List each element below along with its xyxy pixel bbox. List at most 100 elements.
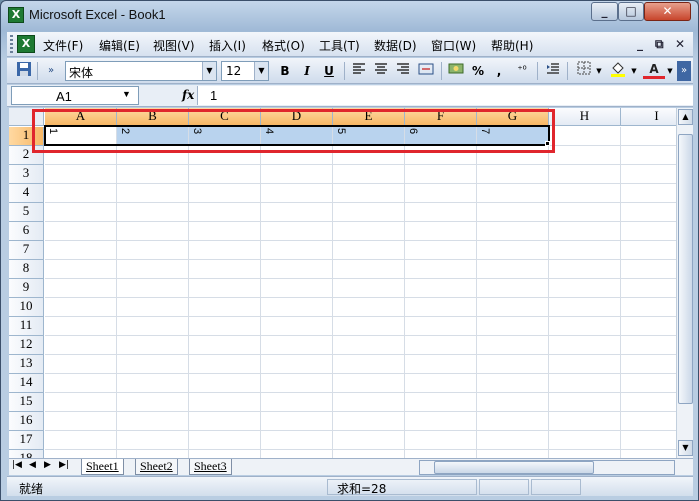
font-color-button[interactable]: A [643,61,665,79]
worksheet-grid[interactable]: A B C D E F G H I 1 2 3 4 5 6 7 8 9 10 11 12 13 14 15 16 17 18 1 2 3 4… [9,108,676,458]
next-sheet-icon[interactable]: ▶ [44,460,51,470]
row-header-14[interactable]: 15 [9,393,44,412]
tab-sheet1[interactable]: Sheet1 [81,459,124,475]
row-header-12[interactable]: 13 [9,355,44,374]
scroll-up-icon[interactable]: ▲ [678,109,693,125]
save-icon[interactable] [15,61,33,81]
chevron-down-icon[interactable]: ▼ [630,61,638,81]
name-box-value: A1 [56,89,72,104]
vertical-scroll-thumb[interactable] [678,134,693,404]
prev-sheet-icon[interactable]: ◀ [29,460,36,470]
formula-value: 1 [210,88,218,103]
row-header-7[interactable]: 8 [9,260,44,279]
font-name-select[interactable]: 宋体 ▼ [65,61,217,81]
row-header-11[interactable]: 12 [9,336,44,355]
align-left-icon[interactable] [349,61,369,81]
menu-edit[interactable]: 编辑(E) [99,37,140,54]
vertical-scrollbar[interactable]: ▲ ▼ [676,108,693,458]
status-panel [479,479,529,495]
chevron-down-icon[interactable]: ▼ [595,61,603,81]
grid-hline [45,335,676,336]
menu-data[interactable]: 数据(D) [374,37,417,54]
minimize-button[interactable]: _ [591,2,618,21]
menu-format[interactable]: 格式(O) [262,37,305,54]
toolbar-separator [441,62,442,80]
horizontal-scroll-thumb[interactable] [434,461,594,474]
fill-color-icon[interactable] [607,61,629,81]
align-right-icon[interactable] [393,61,413,81]
grid-vline [404,127,405,458]
menu-grip[interactable] [10,35,13,53]
row-header-3[interactable]: 4 [9,184,44,203]
row-header-4[interactable]: 5 [9,203,44,222]
tab-sheet2[interactable]: Sheet2 [135,459,178,475]
toolbar-separator [37,62,38,80]
grid-hline [45,354,676,355]
increase-decimal-button[interactable]: ⁺⁰ [511,61,533,81]
grid-vline [188,127,189,458]
row-header-10[interactable]: 11 [9,317,44,336]
menu-insert[interactable]: 插入(I) [209,37,246,54]
scroll-down-icon[interactable]: ▼ [678,440,693,456]
column-header-7[interactable]: H [549,108,621,126]
close-button[interactable]: ✕ [644,2,691,21]
row-header-8[interactable]: 9 [9,279,44,298]
grid-hline [45,164,676,165]
comma-button[interactable]: , [491,61,507,81]
underline-button[interactable]: U [319,61,339,81]
menu-view[interactable]: 视图(V) [153,37,195,54]
sheet-tab-bar: |◀ ◀ ▶ ▶| Sheet1 Sheet2 Sheet3 [9,458,693,475]
row-header-2[interactable]: 3 [9,165,44,184]
grid-hline [45,221,676,222]
percent-button[interactable]: % [469,61,487,81]
grid-vline [620,127,621,458]
toolbar-options-icon[interactable]: » [43,61,59,81]
borders-icon[interactable] [573,61,595,81]
maximize-button[interactable]: □ [618,2,644,21]
grid-hline [45,316,676,317]
doc-close-button[interactable]: ✕ [675,37,685,51]
chevron-down-icon[interactable]: ▼ [666,61,674,81]
insert-function-icon[interactable]: fx [182,88,194,102]
name-box[interactable]: A1 ▼ [11,86,139,105]
window-title: Microsoft Excel - Book1 [29,7,166,22]
bold-button[interactable]: B [275,61,295,81]
chevron-down-icon[interactable]: ▼ [122,89,131,99]
toolbar-overflow-icon[interactable]: » [677,61,691,81]
align-center-icon[interactable] [371,61,391,81]
doc-restore-button[interactable]: ⧉ [655,37,664,52]
last-sheet-icon[interactable]: ▶| [59,460,69,470]
menu-help[interactable]: 帮助(H) [491,37,533,54]
font-size-value: 12 [226,64,242,78]
menu-tools[interactable]: 工具(T) [319,37,360,54]
excel-window: X Microsoft Excel - Book1 _ □ ✕ X 文件(F) … [0,0,699,501]
horizontal-scrollbar[interactable] [419,460,675,475]
chevron-down-icon[interactable]: ▼ [202,62,216,80]
doc-minimize-button[interactable]: _ [637,37,643,51]
row-header-13[interactable]: 14 [9,374,44,393]
chevron-down-icon[interactable]: ▼ [254,62,268,80]
font-size-select[interactable]: 12 ▼ [221,61,269,81]
tab-sheet3[interactable]: Sheet3 [189,459,232,475]
first-sheet-icon[interactable]: |◀ [12,460,22,470]
row-header-16[interactable]: 17 [9,431,44,450]
menu-file[interactable]: 文件(F) [43,37,83,54]
menu-window[interactable]: 窗口(W) [431,37,476,54]
row-header-15[interactable]: 16 [9,412,44,431]
merge-center-icon[interactable] [415,61,437,81]
highlight-annotation-box [32,109,555,153]
row-header-17[interactable]: 18 [9,450,44,458]
grid-hline [45,183,676,184]
row-header-5[interactable]: 6 [9,222,44,241]
column-header-8[interactable]: I [621,108,676,126]
italic-button[interactable]: I [297,61,317,81]
row-header-9[interactable]: 10 [9,298,44,317]
grid-hline [45,411,676,412]
currency-icon[interactable] [445,61,467,81]
formula-input[interactable]: 1 [197,86,693,105]
grid-hline [45,278,676,279]
indent-icon[interactable] [543,61,563,81]
row-header-6[interactable]: 7 [9,241,44,260]
status-ready: 就绪 [19,482,44,496]
workbook-icon[interactable]: X [17,35,35,53]
